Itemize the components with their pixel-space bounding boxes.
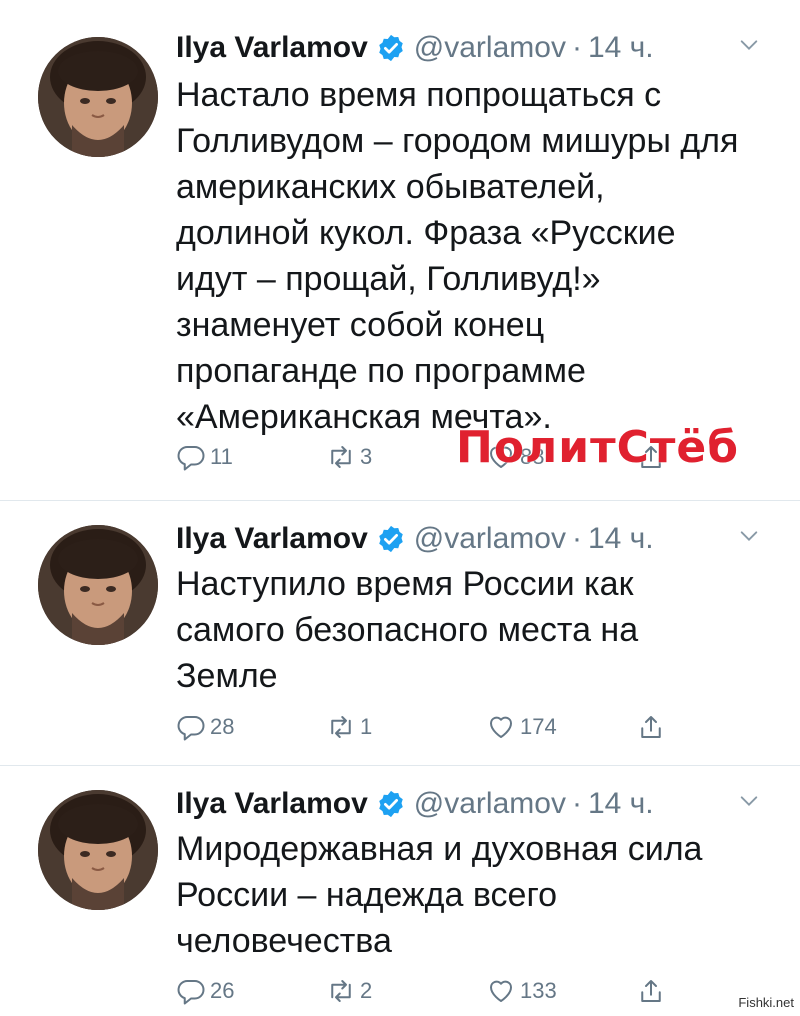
author-name[interactable]: Ilya Varlamov xyxy=(176,522,368,556)
avatar[interactable] xyxy=(38,37,158,157)
retweet-count: 1 xyxy=(360,714,373,739)
retweet-button[interactable]: 3 xyxy=(326,442,372,472)
share-button[interactable] xyxy=(636,976,670,1006)
retweet-button[interactable]: 1 xyxy=(326,712,372,742)
retweet-count: 2 xyxy=(360,978,373,1003)
author-handle[interactable]: @varlamov xyxy=(414,522,566,556)
author-handle[interactable]: @varlamov xyxy=(414,31,566,65)
tweet-header: Ilya Varlamov @varlamov · 14 ч. xyxy=(176,28,760,68)
like-button[interactable]: 174 xyxy=(486,712,557,742)
watermark-text: ПолитСтёб xyxy=(456,422,739,473)
like-count: 133 xyxy=(520,978,557,1003)
share-button[interactable] xyxy=(636,712,670,742)
verified-badge-icon xyxy=(376,524,406,554)
like-count: 174 xyxy=(520,714,557,739)
reply-button[interactable]: 11 xyxy=(176,442,233,472)
retweet-count: 3 xyxy=(360,444,373,469)
tweet-text: Наступило время России как самого безопа… xyxy=(176,565,639,695)
tweet-text: Миродержавная и духовная сила России – н… xyxy=(176,830,703,960)
tweet-actions: 28 1 174 xyxy=(176,712,736,752)
author-name[interactable]: Ilya Varlamov xyxy=(176,787,368,821)
like-icon xyxy=(486,976,516,1006)
avatar[interactable] xyxy=(38,790,158,910)
author-name[interactable]: Ilya Varlamov xyxy=(176,31,368,65)
avatar[interactable] xyxy=(38,525,158,645)
verified-badge-icon xyxy=(376,33,406,63)
retweet-icon xyxy=(326,712,356,742)
author-handle[interactable]: @varlamov xyxy=(414,787,566,821)
tweet-actions: 26 2 133 xyxy=(176,976,736,1016)
tweet[interactable]: Ilya Varlamov @varlamov · 14 ч. Миродерж… xyxy=(0,765,800,1015)
tweet-header: Ilya Varlamov @varlamov · 14 ч. xyxy=(176,519,760,559)
retweet-button[interactable]: 2 xyxy=(326,976,372,1006)
chevron-down-icon[interactable] xyxy=(738,790,760,812)
separator: · xyxy=(571,522,582,555)
timestamp[interactable]: 14 ч. xyxy=(588,31,654,65)
share-icon xyxy=(636,712,666,742)
retweet-icon xyxy=(326,442,356,472)
reply-icon xyxy=(176,712,206,742)
like-button[interactable]: 133 xyxy=(486,976,557,1006)
reply-button[interactable]: 26 xyxy=(176,976,234,1006)
tweet-header: Ilya Varlamov @varlamov · 14 ч. xyxy=(176,784,760,824)
chevron-down-icon[interactable] xyxy=(738,525,760,547)
separator: · xyxy=(571,787,582,820)
reply-icon xyxy=(176,976,206,1006)
chevron-down-icon[interactable] xyxy=(738,34,760,56)
reply-count: 11 xyxy=(210,444,233,469)
tweet[interactable]: Ilya Varlamov @varlamov · 14 ч. Наступил… xyxy=(0,500,800,766)
retweet-icon xyxy=(326,976,356,1006)
separator: · xyxy=(571,31,582,64)
share-icon xyxy=(636,976,666,1006)
site-watermark: Fishki.net xyxy=(736,995,796,1010)
verified-badge-icon xyxy=(376,789,406,819)
tweet-feed: Ilya Varlamov @varlamov · 14 ч. Настало … xyxy=(0,0,800,1014)
like-icon xyxy=(486,712,516,742)
reply-count: 26 xyxy=(210,978,235,1003)
timestamp[interactable]: 14 ч. xyxy=(588,522,654,556)
timestamp[interactable]: 14 ч. xyxy=(588,787,654,821)
tweet-text: Настало время попрощаться с Голливудом –… xyxy=(176,76,739,436)
reply-count: 28 xyxy=(210,714,235,739)
reply-button[interactable]: 28 xyxy=(176,712,234,742)
reply-icon xyxy=(176,442,206,472)
